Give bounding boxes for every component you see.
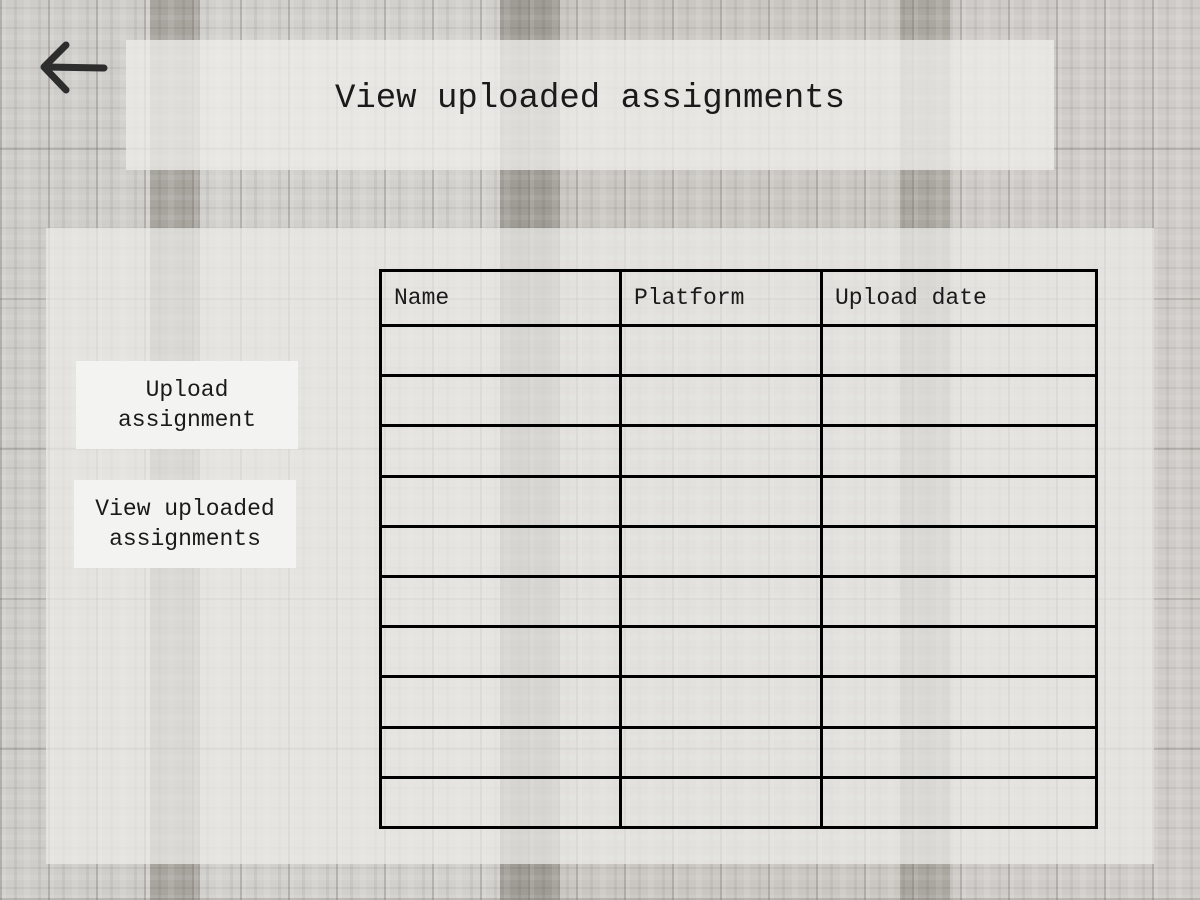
table-row[interactable] [379,625,1098,679]
cell-name [379,424,622,478]
table-row[interactable] [379,374,1098,428]
assignments-table: Name Platform Upload date [379,269,1098,830]
cell-upload-date [820,474,1098,528]
cell-platform [619,625,823,679]
cell-platform [619,524,823,578]
table-row[interactable] [379,725,1098,779]
cell-platform [619,323,823,378]
cell-name [379,775,622,830]
table-row[interactable] [379,775,1098,830]
cell-name [379,323,622,378]
view-uploaded-assignments-button[interactable]: View uploaded assignments [74,480,296,568]
column-header-platform: Platform [619,269,823,327]
cell-upload-date [820,574,1098,629]
cell-upload-date [820,675,1098,729]
table-row[interactable] [379,574,1098,629]
cell-name [379,574,622,629]
upload-assignment-button[interactable]: Upload assignment [76,361,298,449]
cell-name [379,725,622,779]
table-header-row: Name Platform Upload date [379,269,1098,327]
table-row[interactable] [379,675,1098,729]
title-panel: View uploaded assignments [126,40,1054,170]
cell-name [379,474,622,528]
column-header-upload-date: Upload date [820,269,1098,327]
cell-name [379,374,622,428]
cell-upload-date [820,775,1098,830]
back-arrow-icon[interactable] [36,36,112,100]
cell-platform [619,424,823,478]
cell-upload-date [820,524,1098,578]
cell-name [379,524,622,578]
cell-upload-date [820,374,1098,428]
cell-name [379,625,622,679]
table-row[interactable] [379,323,1098,378]
column-header-name: Name [379,269,622,327]
cell-platform [619,374,823,428]
cell-platform [619,574,823,629]
cell-upload-date [820,424,1098,478]
table-row[interactable] [379,474,1098,528]
cell-platform [619,725,823,779]
cell-name [379,675,622,729]
cell-upload-date [820,625,1098,679]
cell-platform [619,474,823,528]
cell-upload-date [820,323,1098,378]
table-row[interactable] [379,524,1098,578]
table-row[interactable] [379,424,1098,478]
cell-upload-date [820,725,1098,779]
cell-platform [619,775,823,830]
cell-platform [619,675,823,729]
page-title: View uploaded assignments [334,80,846,118]
